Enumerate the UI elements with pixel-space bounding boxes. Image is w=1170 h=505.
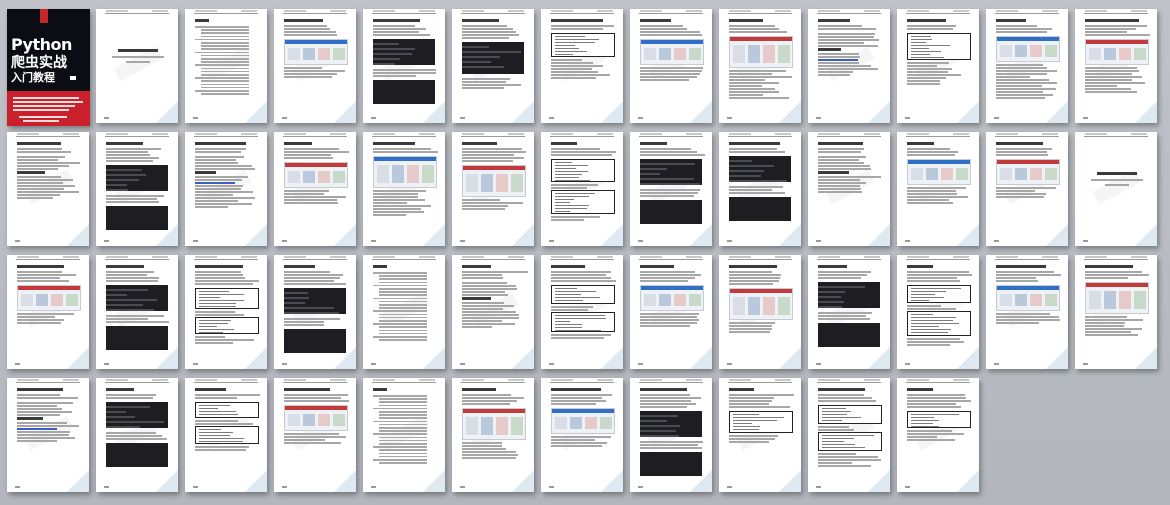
cover-badge <box>70 76 76 80</box>
page-thumbnail-7[interactable] <box>541 9 623 123</box>
page-thumbnail-46[interactable] <box>541 378 623 492</box>
page-thumbnail-4[interactable] <box>274 9 356 123</box>
page-thumbnail-5[interactable] <box>363 9 445 123</box>
page-thumbnail-22[interactable] <box>719 132 801 246</box>
page-thumbnail-43[interactable] <box>274 378 356 492</box>
page-thumbnail-49[interactable] <box>808 378 890 492</box>
page-thumbnail-6[interactable] <box>452 9 534 123</box>
page-thumbnail-14[interactable] <box>7 132 89 246</box>
page-thumbnail-37[interactable] <box>897 255 979 369</box>
page-thumbnail-44[interactable] <box>363 378 445 492</box>
page-thumbnail-50[interactable] <box>897 378 979 492</box>
page-thumbnail-23[interactable] <box>808 132 890 246</box>
page-thumbnail-48[interactable] <box>719 378 801 492</box>
cover-red-panel <box>7 91 90 126</box>
page-thumbnail-viewer: Python 爬虫实战 入门教程 <box>0 0 1170 505</box>
cover-red-ribbon <box>40 9 48 23</box>
page-thumbnail-25[interactable] <box>986 132 1068 246</box>
page-thumbnail-34[interactable] <box>630 255 712 369</box>
page-thumbnail-20[interactable] <box>541 132 623 246</box>
page-thumbnail-35[interactable] <box>719 255 801 369</box>
page-thumbnail-9[interactable] <box>719 9 801 123</box>
page-thumbnail-19[interactable] <box>452 132 534 246</box>
page-thumbnail-30[interactable] <box>274 255 356 369</box>
page-thumbnail-10[interactable] <box>808 9 890 123</box>
book-cover-thumbnail[interactable]: Python 爬虫实战 入门教程 <box>7 9 90 126</box>
page-thumbnail-11[interactable] <box>897 9 979 123</box>
page-thumbnail-18[interactable] <box>363 132 445 246</box>
cover-title-tutorial: 入门教程 <box>11 71 55 84</box>
page-thumbnail-33[interactable] <box>541 255 623 369</box>
page-thumbnail-28[interactable] <box>96 255 178 369</box>
page-thumbnail-36[interactable] <box>808 255 890 369</box>
page-thumbnail-8[interactable] <box>630 9 712 123</box>
page-thumbnail-41[interactable] <box>96 378 178 492</box>
cover-title-spider: 爬虫实战 <box>11 55 67 71</box>
page-thumbnail-15[interactable] <box>96 132 178 246</box>
page-thumbnail-40[interactable] <box>7 378 89 492</box>
page-thumbnail-24[interactable] <box>897 132 979 246</box>
page-thumbnail-47[interactable] <box>630 378 712 492</box>
page-thumbnail-45[interactable] <box>452 378 534 492</box>
page-thumbnail-12[interactable] <box>986 9 1068 123</box>
cover-title-python: Python <box>11 35 72 54</box>
page-thumbnail-26[interactable] <box>1075 132 1157 246</box>
page-thumbnail-42[interactable] <box>185 378 267 492</box>
page-thumbnail-27[interactable] <box>7 255 89 369</box>
page-thumbnail-13[interactable] <box>1075 9 1157 123</box>
page-thumbnail-39[interactable] <box>1075 255 1157 369</box>
page-thumbnail-21[interactable] <box>630 132 712 246</box>
page-thumbnail-32[interactable] <box>452 255 534 369</box>
page-thumbnail-29[interactable] <box>185 255 267 369</box>
page-thumbnail-38[interactable] <box>986 255 1068 369</box>
page-thumbnail-2[interactable] <box>96 9 178 123</box>
page-thumbnail-17[interactable] <box>274 132 356 246</box>
page-thumbnail-16[interactable] <box>185 132 267 246</box>
page-thumbnail-3[interactable] <box>185 9 267 123</box>
page-thumbnail-31[interactable] <box>363 255 445 369</box>
